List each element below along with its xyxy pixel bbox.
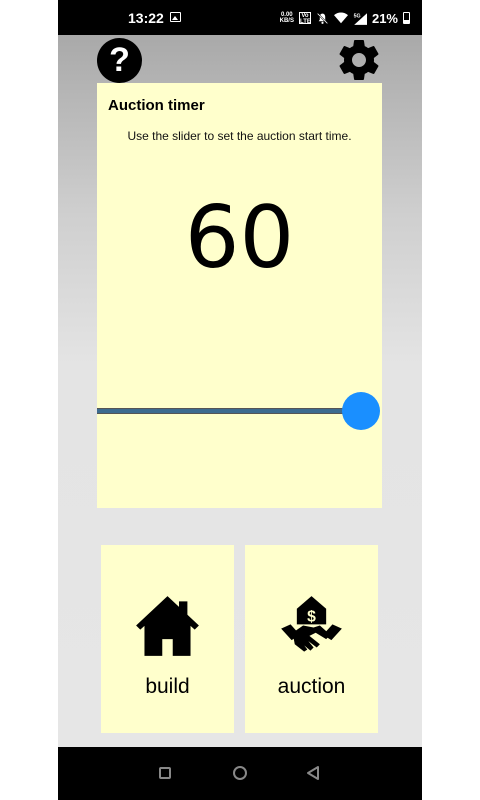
back-icon[interactable]	[306, 765, 320, 781]
image-icon	[170, 12, 181, 22]
wifi-icon	[333, 12, 348, 24]
svg-text:$: $	[307, 608, 316, 625]
auction-label: auction	[277, 675, 346, 698]
auction-timer-card: Auction timer Use the slider to set the …	[97, 83, 382, 508]
network-speed-indicator: 0.00 KB/S	[280, 12, 294, 24]
build-label: build	[145, 675, 190, 698]
navigation-bar	[58, 747, 422, 800]
gear-icon[interactable]	[335, 36, 383, 84]
battery-icon	[403, 12, 410, 24]
slider-thumb[interactable]	[342, 392, 380, 430]
5g-signal-icon: 5G	[354, 12, 367, 25]
card-description: Use the slider to set the auction start …	[127, 129, 352, 143]
status-icons: 0.00 KB/S Vo LTE 5G 21%	[280, 8, 410, 28]
mute-icon	[317, 12, 328, 24]
phone-screen: 13:22 0.00 KB/S Vo LTE 5G 21% ? Auction …	[58, 0, 422, 800]
svg-text:5G: 5G	[354, 13, 361, 19]
timer-value: 60	[184, 188, 295, 288]
auction-button[interactable]: $ auction	[245, 545, 378, 733]
slider-track[interactable]	[97, 408, 367, 414]
house-icon	[136, 596, 199, 656]
handshake-house-dollar-icon: $	[281, 596, 342, 652]
status-time: 13:22	[128, 10, 164, 26]
speed-unit: KB/S	[279, 18, 294, 24]
question-mark-icon: ?	[109, 41, 130, 79]
home-icon[interactable]	[233, 766, 247, 780]
battery-percent: 21%	[371, 10, 398, 26]
status-bar: 13:22 0.00 KB/S Vo LTE 5G 21%	[58, 0, 422, 35]
build-button[interactable]: build	[101, 545, 234, 733]
app-area: ? Auction timer Use the slider to set th…	[58, 35, 422, 747]
volte-bottom: LTE	[299, 19, 311, 25]
volte-icon: Vo LTE	[298, 12, 311, 25]
recent-apps-icon[interactable]	[159, 767, 171, 779]
card-title: Auction timer	[108, 97, 205, 114]
help-button[interactable]: ?	[97, 38, 142, 83]
